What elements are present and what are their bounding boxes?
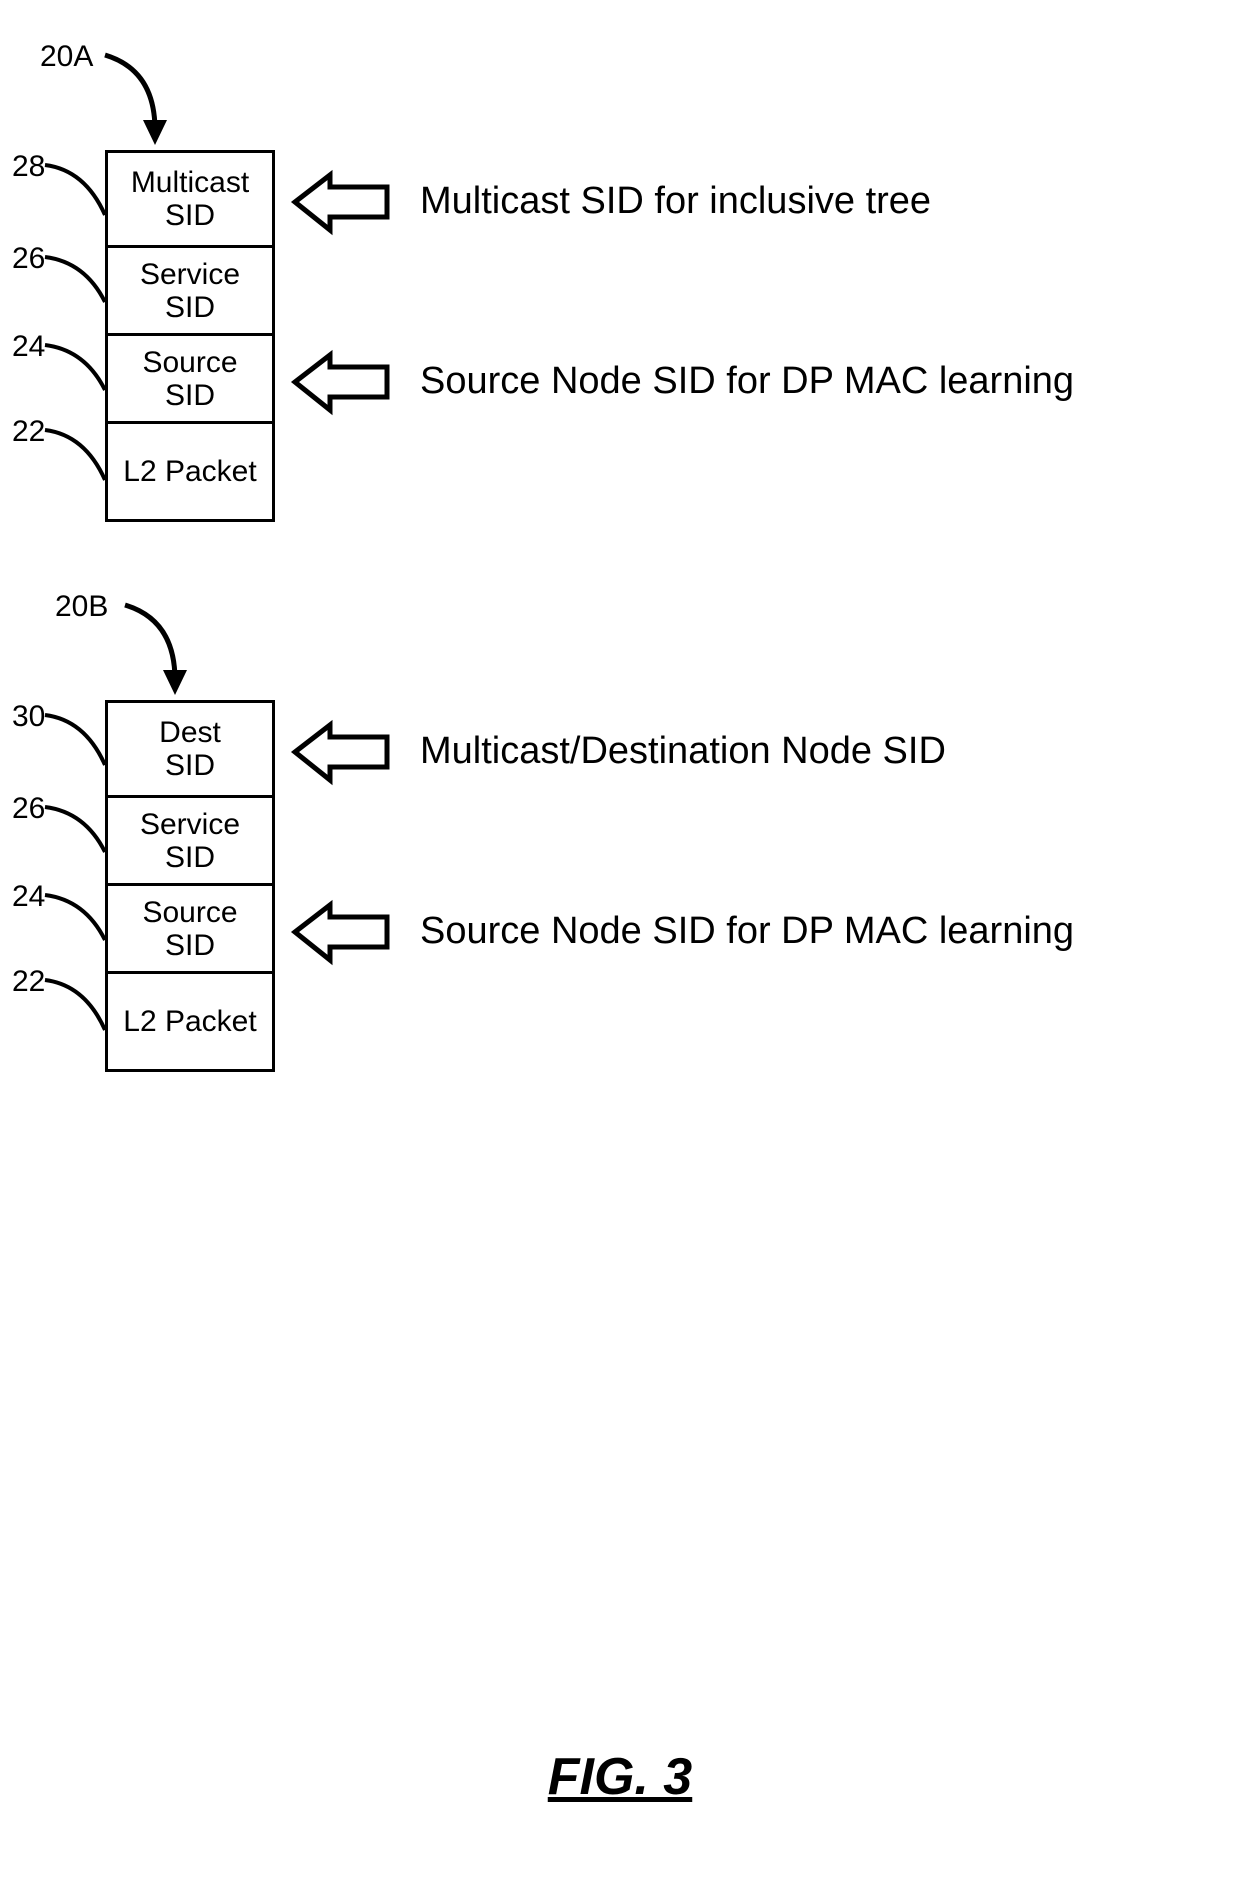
ref-28: 28 bbox=[12, 150, 45, 184]
layer-label-line1: Dest bbox=[159, 716, 221, 749]
diagram-b-id-label: 20B bbox=[55, 590, 108, 624]
annotation-source-sid: Source Node SID for DP MAC learning bbox=[420, 910, 1074, 953]
arrow-20b-icon bbox=[120, 600, 200, 695]
layer-multicast-sid: Multicast SID bbox=[105, 150, 275, 248]
layer-label-line2: SID bbox=[165, 929, 215, 962]
layer-l2-packet: L2 Packet bbox=[105, 974, 275, 1072]
layer-label-line2: SID bbox=[165, 841, 215, 874]
layer-label-line2: SID bbox=[165, 379, 215, 412]
layer-dest-sid: Dest SID bbox=[105, 700, 275, 798]
layer-service-sid: Service SID bbox=[105, 248, 275, 336]
lead-line-icon bbox=[45, 252, 115, 322]
layer-service-sid: Service SID bbox=[105, 798, 275, 886]
ref-24: 24 bbox=[12, 880, 45, 914]
layer-source-sid: Source SID bbox=[105, 886, 275, 974]
diagram-a-id-label: 20A bbox=[40, 40, 93, 74]
ref-26: 26 bbox=[12, 242, 45, 276]
left-arrow-icon bbox=[295, 175, 390, 230]
ref-26: 26 bbox=[12, 792, 45, 826]
layer-label-line2: SID bbox=[165, 749, 215, 782]
ref-22: 22 bbox=[12, 965, 45, 999]
left-arrow-icon bbox=[295, 355, 390, 410]
lead-line-icon bbox=[45, 802, 115, 872]
annotation-source-sid: Source Node SID for DP MAC learning bbox=[420, 360, 1074, 403]
figure-caption: FIG. 3 bbox=[0, 1747, 1240, 1807]
left-arrow-icon bbox=[295, 905, 390, 960]
layer-label-line1: Multicast bbox=[131, 166, 249, 199]
lead-line-icon bbox=[45, 975, 115, 1045]
lead-line-icon bbox=[45, 340, 115, 410]
layer-label-line1: L2 Packet bbox=[123, 455, 256, 488]
lead-line-icon bbox=[45, 160, 115, 230]
layer-label-line2: SID bbox=[165, 291, 215, 324]
annotation-dest-sid: Multicast/Destination Node SID bbox=[420, 730, 946, 773]
lead-line-icon bbox=[45, 890, 115, 960]
ref-24: 24 bbox=[12, 330, 45, 364]
layer-label-line1: L2 Packet bbox=[123, 1005, 256, 1038]
layer-label-line1: Service bbox=[140, 808, 240, 841]
ref-22: 22 bbox=[12, 415, 45, 449]
ref-30: 30 bbox=[12, 700, 45, 734]
layer-label-line1: Source bbox=[142, 346, 237, 379]
annotation-multicast-sid: Multicast SID for inclusive tree bbox=[420, 180, 931, 223]
layer-label-line1: Service bbox=[140, 258, 240, 291]
layer-label-line1: Source bbox=[142, 896, 237, 929]
layer-label-line2: SID bbox=[165, 199, 215, 232]
layer-l2-packet: L2 Packet bbox=[105, 424, 275, 522]
lead-line-icon bbox=[45, 425, 115, 495]
layer-source-sid: Source SID bbox=[105, 336, 275, 424]
arrow-20a-icon bbox=[100, 50, 180, 145]
packet-stack-b: Dest SID Service SID Source SID L2 Packe… bbox=[105, 700, 275, 1072]
packet-stack-a: Multicast SID Service SID Source SID L2 … bbox=[105, 150, 275, 522]
left-arrow-icon bbox=[295, 725, 390, 780]
lead-line-icon bbox=[45, 710, 115, 780]
